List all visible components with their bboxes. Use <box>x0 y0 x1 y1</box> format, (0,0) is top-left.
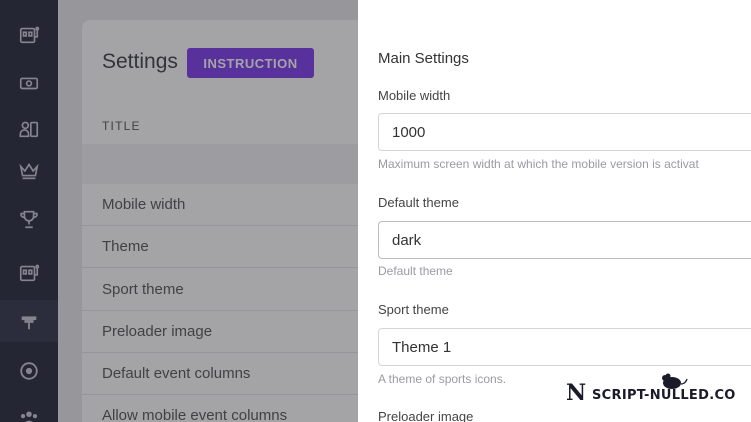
watermark-letter: N <box>566 380 587 406</box>
watermark: N SCRIPT-NULLED.CO <box>562 372 751 412</box>
watermark-text: SCRIPT-NULLED.CO <box>592 388 736 403</box>
sport-theme-label: Sport theme <box>378 302 449 317</box>
settings-drawer: Main Settings Mobile width Maximum scree… <box>358 0 751 422</box>
sport-theme-help: A theme of sports icons. <box>378 372 507 386</box>
mobile-width-help: Maximum screen width at which the mobile… <box>378 157 699 171</box>
default-theme-help: Default theme <box>378 264 453 278</box>
default-theme-label: Default theme <box>378 195 459 210</box>
mobile-width-label: Mobile width <box>378 88 451 103</box>
modal-backdrop[interactable] <box>0 0 358 422</box>
preloader-image-label: Preloader image <box>378 409 474 422</box>
default-theme-select[interactable] <box>378 221 751 259</box>
mouse-icon <box>662 373 688 389</box>
mobile-width-input[interactable] <box>378 113 751 151</box>
section-title: Main Settings <box>378 50 469 67</box>
sport-theme-select[interactable] <box>378 328 751 366</box>
